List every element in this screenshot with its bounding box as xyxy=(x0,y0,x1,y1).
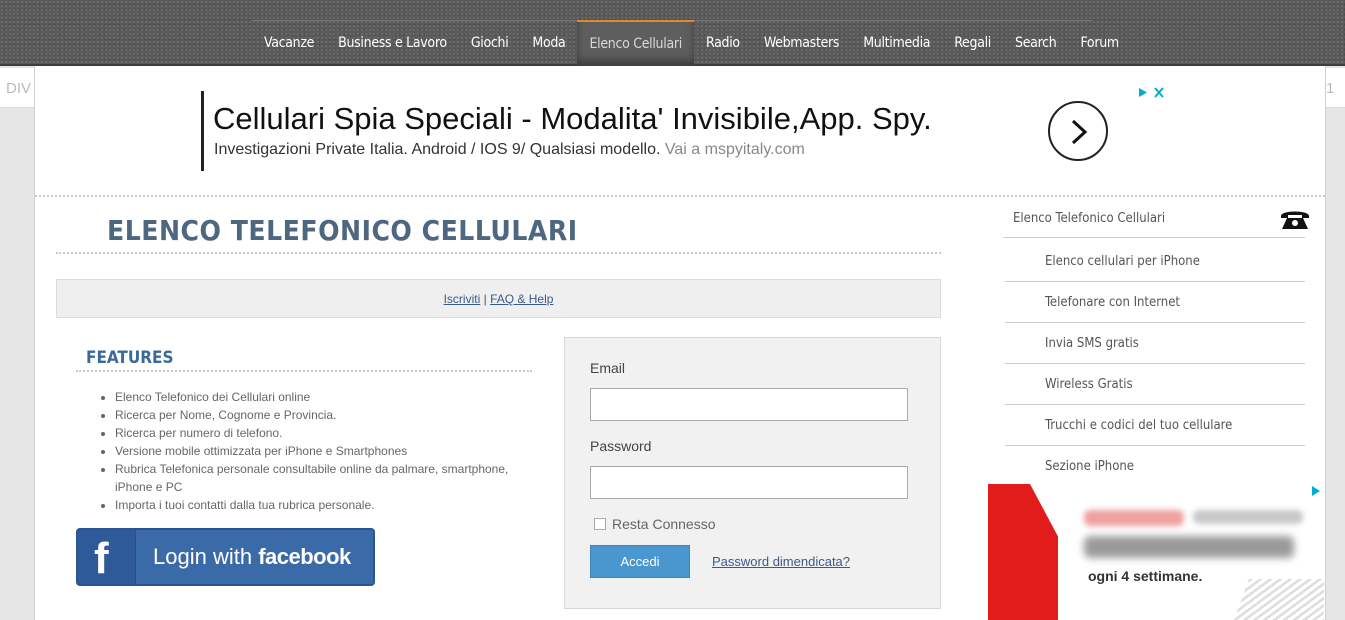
sidebar-item-label: Wireless Gratis xyxy=(1045,377,1133,392)
nav-item-forum[interactable]: Forum xyxy=(1068,20,1130,66)
title-divider xyxy=(56,252,941,254)
ad-url[interactable]: Vai a mspyitaly.com xyxy=(665,141,805,158)
right-edge-text: 1 xyxy=(1326,80,1335,97)
sidebar-item-label: Telefonare con Internet xyxy=(1045,295,1180,310)
nav-item-multimedia[interactable]: Multimedia xyxy=(851,20,942,66)
telephone-icon xyxy=(1281,211,1309,229)
sidebar-ad[interactable]: ogni 4 settimane. xyxy=(988,484,1324,620)
sidebar-header[interactable]: Elenco Telefonico Cellulari xyxy=(1003,200,1309,238)
nav-item-giochi[interactable]: Giochi xyxy=(459,20,521,66)
list-item: Importa i tuoi contatti dalla tua rubric… xyxy=(115,496,517,514)
email-field[interactable] xyxy=(590,388,908,421)
remember-label: Resta Connesso xyxy=(612,516,716,532)
ad-separator xyxy=(35,195,1325,197)
facebook-icon-letter: f xyxy=(94,534,109,583)
adchoices-icon[interactable] xyxy=(1308,484,1324,498)
features-divider xyxy=(76,370,532,372)
ad-blurred-text xyxy=(1084,510,1184,526)
remember-me[interactable]: Resta Connesso xyxy=(594,516,716,532)
top-navigation-bar: Vacanze Business e Lavoro Giochi Moda El… xyxy=(0,0,1345,66)
ad-description: Investigazioni Private Italia. Android /… xyxy=(214,141,661,158)
adchoices-icon[interactable] xyxy=(1135,85,1167,100)
sidebar-item-wireless-gratis[interactable]: Wireless Gratis xyxy=(1005,364,1305,405)
nav-item-vacanze[interactable]: Vacanze xyxy=(252,20,326,66)
ad-visible-text: ogni 4 settimane. xyxy=(1088,568,1203,584)
sidebar-item-telefonare-internet[interactable]: Telefonare con Internet xyxy=(1005,282,1305,323)
left-edge-text: DIV xyxy=(6,80,32,97)
sidebar-item-sezione-iphone[interactable]: Sezione iPhone xyxy=(1005,446,1305,487)
sidebar-item-label: Invia SMS gratis xyxy=(1045,336,1139,351)
ad-banner[interactable]: Cellulari Spia Speciali - Modalita' Invi… xyxy=(201,85,1167,173)
sidebar-item-trucchi-codici[interactable]: Trucchi e codici del tuo cellulare xyxy=(1005,405,1305,446)
email-label: Email xyxy=(590,360,626,376)
nav-item-search[interactable]: Search xyxy=(1003,20,1068,66)
nav-item-webmasters[interactable]: Webmasters xyxy=(752,20,851,66)
nav-item-radio[interactable]: Radio xyxy=(694,20,752,66)
right-edge-strip: 1 xyxy=(1326,68,1345,108)
list-item: Ricerca per Nome, Cognome e Provincia. xyxy=(115,406,517,424)
faq-link[interactable]: FAQ & Help xyxy=(490,292,553,306)
facebook-login-label: Login with facebook xyxy=(153,544,351,570)
nav-item-moda[interactable]: Moda xyxy=(520,20,577,66)
sidebar-item-label: Sezione iPhone xyxy=(1045,459,1134,474)
nav-item-business-e-lavoro[interactable]: Business e Lavoro xyxy=(326,20,459,66)
forgot-password-link[interactable]: Password dimendicata? xyxy=(712,554,850,569)
signup-link[interactable]: Iscriviti xyxy=(444,292,481,306)
ad-blurred-text xyxy=(1084,536,1294,558)
ad-headline[interactable]: Cellulari Spia Speciali - Modalita' Invi… xyxy=(213,101,932,137)
login-submit-button[interactable]: Accedi xyxy=(590,545,690,578)
sidebar-item-label: Trucchi e codici del tuo cellulare xyxy=(1045,418,1233,433)
list-item: Versione mobile ottimizzata per iPhone e… xyxy=(115,442,517,460)
chevron-right-icon[interactable] xyxy=(1048,101,1108,161)
ad-left-bar xyxy=(201,91,204,171)
main-nav: Vacanze Business e Lavoro Giochi Moda El… xyxy=(252,20,1131,66)
nav-item-elenco-cellulari[interactable]: Elenco Cellulari xyxy=(577,20,694,66)
password-field[interactable] xyxy=(590,466,908,499)
page-title: ELENCO TELEFONICO CELLULARI xyxy=(107,214,578,247)
login-form: Email Password Resta Connesso Accedi Pas… xyxy=(564,337,941,609)
remember-checkbox[interactable] xyxy=(594,518,606,530)
list-item: Elenco Telefonico dei Cellulari online xyxy=(115,388,517,406)
keyboard-image xyxy=(1227,579,1324,620)
nav-item-regali[interactable]: Regali xyxy=(942,20,1003,66)
password-label: Password xyxy=(590,438,652,454)
account-links-bar: Iscriviti | FAQ & Help xyxy=(56,279,941,318)
sidebar-header-label: Elenco Telefonico Cellulari xyxy=(1013,211,1166,226)
facebook-icon: f xyxy=(78,530,136,584)
sidebar-item-label: Elenco cellulari per iPhone xyxy=(1045,254,1200,269)
facebook-login-button[interactable]: f Login with facebook xyxy=(76,528,375,586)
facebook-brand-text: facebook xyxy=(258,544,351,569)
sidebar-item-elenco-iphone[interactable]: Elenco cellulari per iPhone xyxy=(1005,241,1305,282)
links-separator: | xyxy=(483,292,487,306)
facebook-login-prefix: Login with xyxy=(153,544,253,569)
list-item: Ricerca per numero di telefono. xyxy=(115,424,517,442)
page-container: Cellulari Spia Speciali - Modalita' Invi… xyxy=(34,66,1326,620)
features-list: Elenco Telefonico dei Cellulari online R… xyxy=(97,388,517,514)
sidebar-item-sms-gratis[interactable]: Invia SMS gratis xyxy=(1005,323,1305,364)
ad-blurred-text xyxy=(1193,510,1303,524)
left-edge-strip: DIV xyxy=(0,68,34,108)
list-item: Rubrica Telefonica personale consultabil… xyxy=(115,460,517,496)
ad-description-line: Investigazioni Private Italia. Android /… xyxy=(214,141,805,159)
features-heading: FEATURES xyxy=(86,348,174,368)
ad-brand-shape xyxy=(988,484,1058,620)
